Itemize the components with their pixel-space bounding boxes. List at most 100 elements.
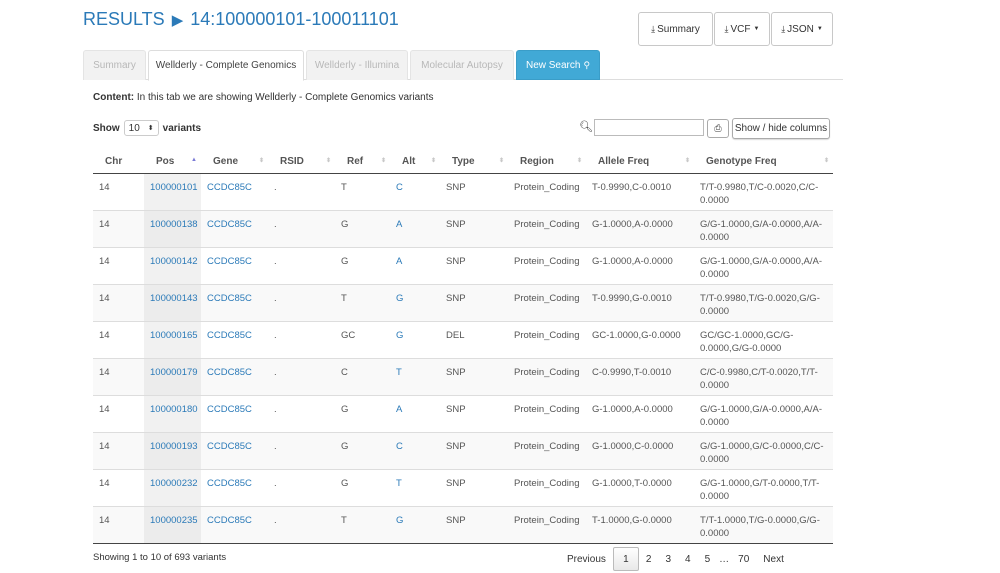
print-button[interactable]: ⎙ — [707, 119, 729, 138]
column-header-rsid[interactable]: RSID ⬍ — [268, 150, 335, 174]
cell-gene[interactable]: CCDC85C — [201, 321, 268, 359]
column-header-gene[interactable]: Gene ⬍ — [201, 150, 268, 174]
cell-gene[interactable]: CCDC85C — [201, 210, 268, 248]
cell-alt-value[interactable]: C — [396, 182, 403, 193]
tab-molecular-autopsy[interactable]: Molecular Autopsy — [410, 50, 514, 80]
cell-gene-value[interactable]: CCDC85C — [207, 182, 252, 193]
cell-ref: G — [335, 247, 390, 285]
column-header-chr[interactable]: Chr — [93, 150, 144, 174]
cell-gene[interactable]: CCDC85C — [201, 284, 268, 322]
cell-chr-value: 14 — [99, 514, 110, 526]
column-header-type[interactable]: Type ⬍ — [440, 150, 508, 174]
tab-summary[interactable]: Summary — [83, 50, 146, 80]
cell-alt[interactable]: T — [390, 358, 440, 396]
cell-alt[interactable]: G — [390, 284, 440, 322]
column-header-region[interactable]: Region ⬍ — [508, 150, 586, 174]
cell-pos-value[interactable]: 100000138 — [150, 219, 198, 230]
table-search-input[interactable] — [594, 119, 704, 136]
cell-gene[interactable]: CCDC85C — [201, 395, 268, 433]
cell-alt[interactable]: T — [390, 469, 440, 507]
new-search-button[interactable]: New Search ⚲ — [516, 50, 600, 80]
cell-pos[interactable]: 100000232 — [144, 469, 201, 507]
cell-pos[interactable]: 100000193 — [144, 432, 201, 470]
cell-pos[interactable]: 100000101 — [144, 173, 201, 211]
cell-gene-value[interactable]: CCDC85C — [207, 441, 252, 452]
cell-pos-value[interactable]: 100000143 — [150, 293, 198, 304]
cell-gene[interactable]: CCDC85C — [201, 173, 268, 211]
cell-gene[interactable]: CCDC85C — [201, 506, 268, 544]
page-button-5[interactable]: 5 — [698, 547, 718, 571]
cell-pos[interactable]: 100000142 — [144, 247, 201, 285]
show-hide-columns-button[interactable]: Show / hide columns — [732, 118, 830, 139]
download-summary-button[interactable]: ⤓ Summary — [638, 12, 713, 46]
cell-pos[interactable]: 100000143 — [144, 284, 201, 322]
cell-pos-value[interactable]: 100000165 — [150, 330, 198, 341]
cell-pos-value[interactable]: 100000193 — [150, 441, 198, 452]
cell-alt[interactable]: A — [390, 395, 440, 433]
column-header-alt[interactable]: Alt ⬍ — [390, 150, 440, 174]
cell-alt-value[interactable]: A — [396, 404, 402, 415]
tab-wellderly-complete-genomics[interactable]: Wellderly - Complete Genomics — [148, 50, 304, 81]
cell-pos[interactable]: 100000180 — [144, 395, 201, 433]
cell-gene-value[interactable]: CCDC85C — [207, 404, 252, 415]
cell-gene-value[interactable]: CCDC85C — [207, 219, 252, 230]
download-json-button[interactable]: ⤓ JSON ▼ — [771, 12, 833, 46]
download-summary-label: Summary — [657, 23, 700, 35]
cell-alt[interactable]: G — [390, 321, 440, 359]
page-button-3[interactable]: 3 — [658, 547, 678, 571]
cell-gene-value[interactable]: CCDC85C — [207, 330, 252, 341]
page-button-4[interactable]: 4 — [678, 547, 698, 571]
cell-gene[interactable]: CCDC85C — [201, 247, 268, 285]
cell-pos-value[interactable]: 100000179 — [150, 367, 198, 378]
new-search-label: New Search — [525, 59, 581, 71]
cell-gene-value[interactable]: CCDC85C — [207, 293, 252, 304]
cell-alt-value[interactable]: T — [396, 478, 402, 489]
cell-pos-value[interactable]: 100000180 — [150, 404, 198, 415]
cell-gene[interactable]: CCDC85C — [201, 432, 268, 470]
cell-pos[interactable]: 100000138 — [144, 210, 201, 248]
cell-gene-value[interactable]: CCDC85C — [207, 515, 252, 526]
page-length-select[interactable]: 10 ⬍ — [123, 120, 159, 136]
page-button-70[interactable]: 70 — [731, 547, 756, 571]
cell-alt-value[interactable]: G — [396, 330, 403, 341]
cell-alt-value[interactable]: A — [396, 219, 402, 230]
cell-gene[interactable]: CCDC85C — [201, 469, 268, 507]
cell-pos-value[interactable]: 100000232 — [150, 478, 198, 489]
page-button-1[interactable]: 1 — [612, 547, 639, 571]
column-header-pos[interactable]: Pos ▲ — [144, 150, 201, 174]
cell-pos-value[interactable]: 100000101 — [150, 182, 198, 193]
cell-pos-value[interactable]: 100000235 — [150, 515, 198, 526]
next-page-button[interactable]: Next — [756, 547, 791, 571]
cell-type-value: SNP — [446, 477, 466, 489]
cell-alt-value[interactable]: T — [396, 367, 402, 378]
cell-gene-value[interactable]: CCDC85C — [207, 256, 252, 267]
column-header-ref[interactable]: Ref ⬍ — [335, 150, 390, 174]
cell-allele-freq: G-1.0000,A-0.0000 — [586, 210, 694, 248]
cell-gene[interactable]: CCDC85C — [201, 358, 268, 396]
column-header-allele-freq[interactable]: Allele Freq ⬍ — [586, 150, 694, 174]
page-button-2[interactable]: 2 — [639, 547, 659, 571]
cell-gene-value[interactable]: CCDC85C — [207, 367, 252, 378]
cell-alt[interactable]: C — [390, 173, 440, 211]
cell-alt[interactable]: A — [390, 247, 440, 285]
cell-alt-value[interactable]: A — [396, 256, 402, 267]
cell-rsid-value: . — [274, 514, 277, 526]
cell-pos-value[interactable]: 100000142 — [150, 256, 198, 267]
cell-pos[interactable]: 100000165 — [144, 321, 201, 359]
cell-alt[interactable]: A — [390, 210, 440, 248]
cell-allele-freq: C-0.9990,T-0.0010 — [586, 358, 694, 396]
column-header-genotype-freq[interactable]: Genotype Freq ⬍ — [694, 150, 833, 174]
cell-gene-value[interactable]: CCDC85C — [207, 478, 252, 489]
previous-page-button[interactable]: Previous — [560, 547, 613, 571]
download-vcf-button[interactable]: ⤓ VCF ▼ — [714, 12, 770, 46]
cell-alt[interactable]: G — [390, 506, 440, 544]
cell-pos[interactable]: 100000235 — [144, 506, 201, 544]
tab-wellderly-illumina[interactable]: Wellderly - Illumina — [306, 50, 408, 80]
cell-alt-value[interactable]: G — [396, 515, 403, 526]
cell-pos[interactable]: 100000179 — [144, 358, 201, 396]
cell-allele-freq-value: T-0.9990,C-0.0010 — [592, 181, 672, 193]
cell-alt-value[interactable]: G — [396, 293, 403, 304]
cell-alt[interactable]: C — [390, 432, 440, 470]
cell-rsid-value: . — [274, 218, 277, 230]
cell-alt-value[interactable]: C — [396, 441, 403, 452]
